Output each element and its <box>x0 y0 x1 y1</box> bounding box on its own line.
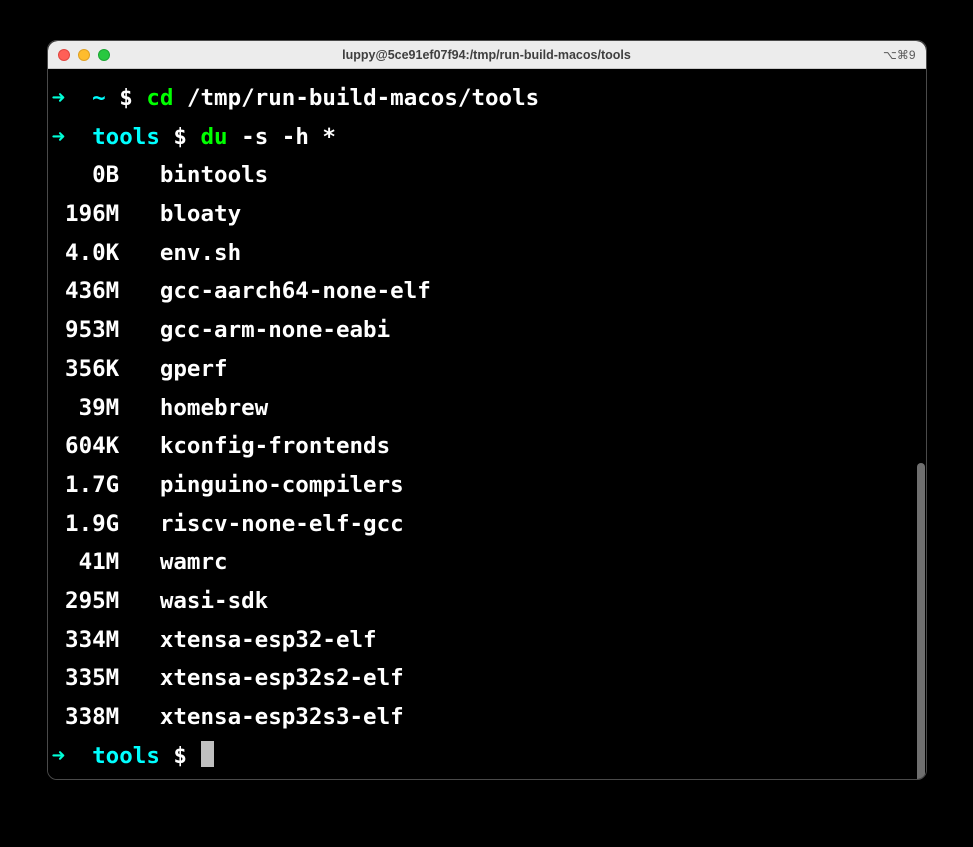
output-row: 295M wasi-sdk <box>52 582 922 621</box>
minimize-icon[interactable] <box>78 49 90 61</box>
file-size: 334M <box>52 621 120 660</box>
file-name: bintools <box>160 162 268 188</box>
file-size: 604K <box>52 427 120 466</box>
file-name: kconfig-frontends <box>160 433 390 459</box>
file-size: 0B <box>52 156 120 195</box>
prompt-dollar: $ <box>173 124 187 150</box>
file-size: 295M <box>52 582 120 621</box>
file-name: wasi-sdk <box>160 588 268 614</box>
file-size: 953M <box>52 311 120 350</box>
output-row: 0B bintools <box>52 156 922 195</box>
terminal-window: luppy@5ce91ef07f94:/tmp/run-build-macos/… <box>47 40 927 780</box>
output-row: 604K kconfig-frontends <box>52 427 922 466</box>
output-row: 41M wamrc <box>52 543 922 582</box>
prompt-arrow-icon: ➜ <box>52 85 66 111</box>
file-name: pinguino-compilers <box>160 472 404 498</box>
command-name: cd <box>146 85 173 111</box>
command-args: /tmp/run-build-macos/tools <box>187 85 539 111</box>
output-row: 953M gcc-arm-none-eabi <box>52 311 922 350</box>
output-row: 1.7G pinguino-compilers <box>52 466 922 505</box>
prompt-arrow-icon: ➜ <box>52 743 66 769</box>
file-size: 338M <box>52 698 120 737</box>
file-name: riscv-none-elf-gcc <box>160 511 404 537</box>
output-row: 334M xtensa-esp32-elf <box>52 621 922 660</box>
titlebar[interactable]: luppy@5ce91ef07f94:/tmp/run-build-macos/… <box>48 41 926 69</box>
prompt-cwd: ~ <box>92 85 106 111</box>
file-size: 41M <box>52 543 120 582</box>
prompt-cwd: tools <box>92 124 160 150</box>
cursor-icon <box>201 741 215 767</box>
output-row: 335M xtensa-esp32s2-elf <box>52 659 922 698</box>
traffic-lights <box>58 49 110 61</box>
scrollbar[interactable] <box>917 463 925 779</box>
terminal-content[interactable]: ➜ ~ $ cd /tmp/run-build-macos/tools ➜ to… <box>48 69 926 779</box>
file-size: 335M <box>52 659 120 698</box>
command-args: -s -h * <box>241 124 336 150</box>
close-icon[interactable] <box>58 49 70 61</box>
prompt-arrow-icon: ➜ <box>52 124 66 150</box>
output-row: 436M gcc-aarch64-none-elf <box>52 272 922 311</box>
file-size: 1.9G <box>52 505 120 544</box>
file-size: 1.7G <box>52 466 120 505</box>
file-name: gcc-arm-none-eabi <box>160 317 390 343</box>
file-size: 196M <box>52 195 120 234</box>
prompt-line: ➜ ~ $ cd /tmp/run-build-macos/tools <box>52 79 922 118</box>
output-row: 1.9G riscv-none-elf-gcc <box>52 505 922 544</box>
output-row: 338M xtensa-esp32s3-elf <box>52 698 922 737</box>
prompt-dollar: $ <box>173 743 187 769</box>
prompt-cwd: tools <box>92 743 160 769</box>
file-size: 4.0K <box>52 234 120 273</box>
output-row: 356K gperf <box>52 350 922 389</box>
file-size: 356K <box>52 350 120 389</box>
output-row: 4.0K env.sh <box>52 234 922 273</box>
file-size: 436M <box>52 272 120 311</box>
file-name: gperf <box>160 356 228 382</box>
file-name: xtensa-esp32-elf <box>160 627 377 653</box>
prompt-line: ➜ tools $ <box>52 737 922 776</box>
prompt-dollar: $ <box>119 85 133 111</box>
file-name: xtensa-esp32s2-elf <box>160 665 404 691</box>
file-name: xtensa-esp32s3-elf <box>160 704 404 730</box>
maximize-icon[interactable] <box>98 49 110 61</box>
output-row: 39M homebrew <box>52 389 922 428</box>
window-title: luppy@5ce91ef07f94:/tmp/run-build-macos/… <box>48 48 926 62</box>
prompt-line: ➜ tools $ du -s -h * <box>52 118 922 157</box>
file-size: 39M <box>52 389 120 428</box>
file-name: homebrew <box>160 395 268 421</box>
file-name: wamrc <box>160 549 228 575</box>
file-name: bloaty <box>160 201 241 227</box>
output-row: 196M bloaty <box>52 195 922 234</box>
file-name: gcc-aarch64-none-elf <box>160 278 431 304</box>
file-name: env.sh <box>160 240 241 266</box>
window-shortcut: ⌥⌘9 <box>883 48 916 62</box>
command-name: du <box>201 124 228 150</box>
